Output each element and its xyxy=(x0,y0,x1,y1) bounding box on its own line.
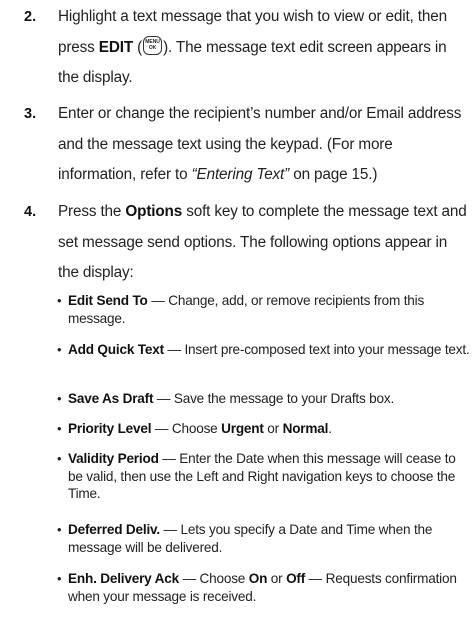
list-item-edit-send-to: • Edit Send To — Change, add, or remove r… xyxy=(57,292,471,327)
option-description: or xyxy=(267,571,287,586)
bullet-icon: • xyxy=(57,451,62,466)
step-text-part: on page 15.) xyxy=(289,166,378,183)
step-text: Enter or change the recipient’s number a… xyxy=(58,99,471,191)
option-value: On xyxy=(248,571,268,586)
list-item-deferred-delivery: • Deferred Deliv. — Lets you specify a Da… xyxy=(57,521,471,556)
option-description: . xyxy=(328,421,332,436)
key-icon-label-bottom: OK xyxy=(148,44,157,51)
bullet-icon: • xyxy=(57,391,62,406)
bullet-icon: • xyxy=(57,293,62,308)
option-label: Enh. Delivery Ack xyxy=(68,571,179,586)
option-value: Urgent xyxy=(221,421,264,436)
edit-keyword: EDIT xyxy=(98,38,134,56)
step-text-part: Press the xyxy=(58,203,126,220)
bullet-icon: • xyxy=(57,522,62,537)
option-value: Normal xyxy=(282,421,329,436)
option-label: Deferred Deliv. xyxy=(68,522,160,537)
step-text: Highlight a text message that you wish t… xyxy=(58,2,471,94)
option-description: — Save the message to your Drafts box. xyxy=(153,391,395,406)
menu-ok-key-icon: MENU OK xyxy=(143,35,163,55)
bullet-icon: • xyxy=(57,571,62,586)
step-number: 2. xyxy=(24,9,37,25)
option-label: Priority Level xyxy=(68,421,152,436)
bullet-icon: • xyxy=(57,421,62,436)
option-description: or xyxy=(263,421,283,436)
option-label: Edit Send To xyxy=(68,293,148,308)
option-description: — Choose xyxy=(151,421,222,436)
cross-reference: “Entering Text” xyxy=(191,166,290,183)
step-number: 3. xyxy=(24,106,37,122)
list-item-priority-level: • Priority Level — Choose Urgent or Norma… xyxy=(57,420,471,438)
step-number: 4. xyxy=(24,204,37,220)
manual-page: 2. Highlight a text message that you wis… xyxy=(0,0,473,623)
option-description: — Choose xyxy=(178,571,249,586)
list-item-save-as-draft: • Save As Draft — Save the message to you… xyxy=(57,390,471,408)
list-item-validity-period: • Validity Period — Enter the Date when t… xyxy=(57,450,471,503)
option-label: Validity Period xyxy=(68,451,159,466)
option-description: — Insert pre-composed text into your mes… xyxy=(163,342,470,357)
bullet-icon: • xyxy=(57,342,62,357)
list-item-enh-delivery-ack: • Enh. Delivery Ack — Choose On or Off — … xyxy=(57,570,471,605)
option-value: Off xyxy=(286,571,306,586)
options-keyword: Options xyxy=(125,203,183,220)
list-item-add-quick-text: • Add Quick Text — Insert pre-composed te… xyxy=(57,341,471,359)
option-label: Add Quick Text xyxy=(68,342,164,357)
key-icon-label-top: MENU xyxy=(145,38,160,45)
option-label: Save As Draft xyxy=(68,391,154,406)
step-text: Press the Options soft key to complete t… xyxy=(58,197,471,289)
step-text-part: ( xyxy=(133,38,143,56)
